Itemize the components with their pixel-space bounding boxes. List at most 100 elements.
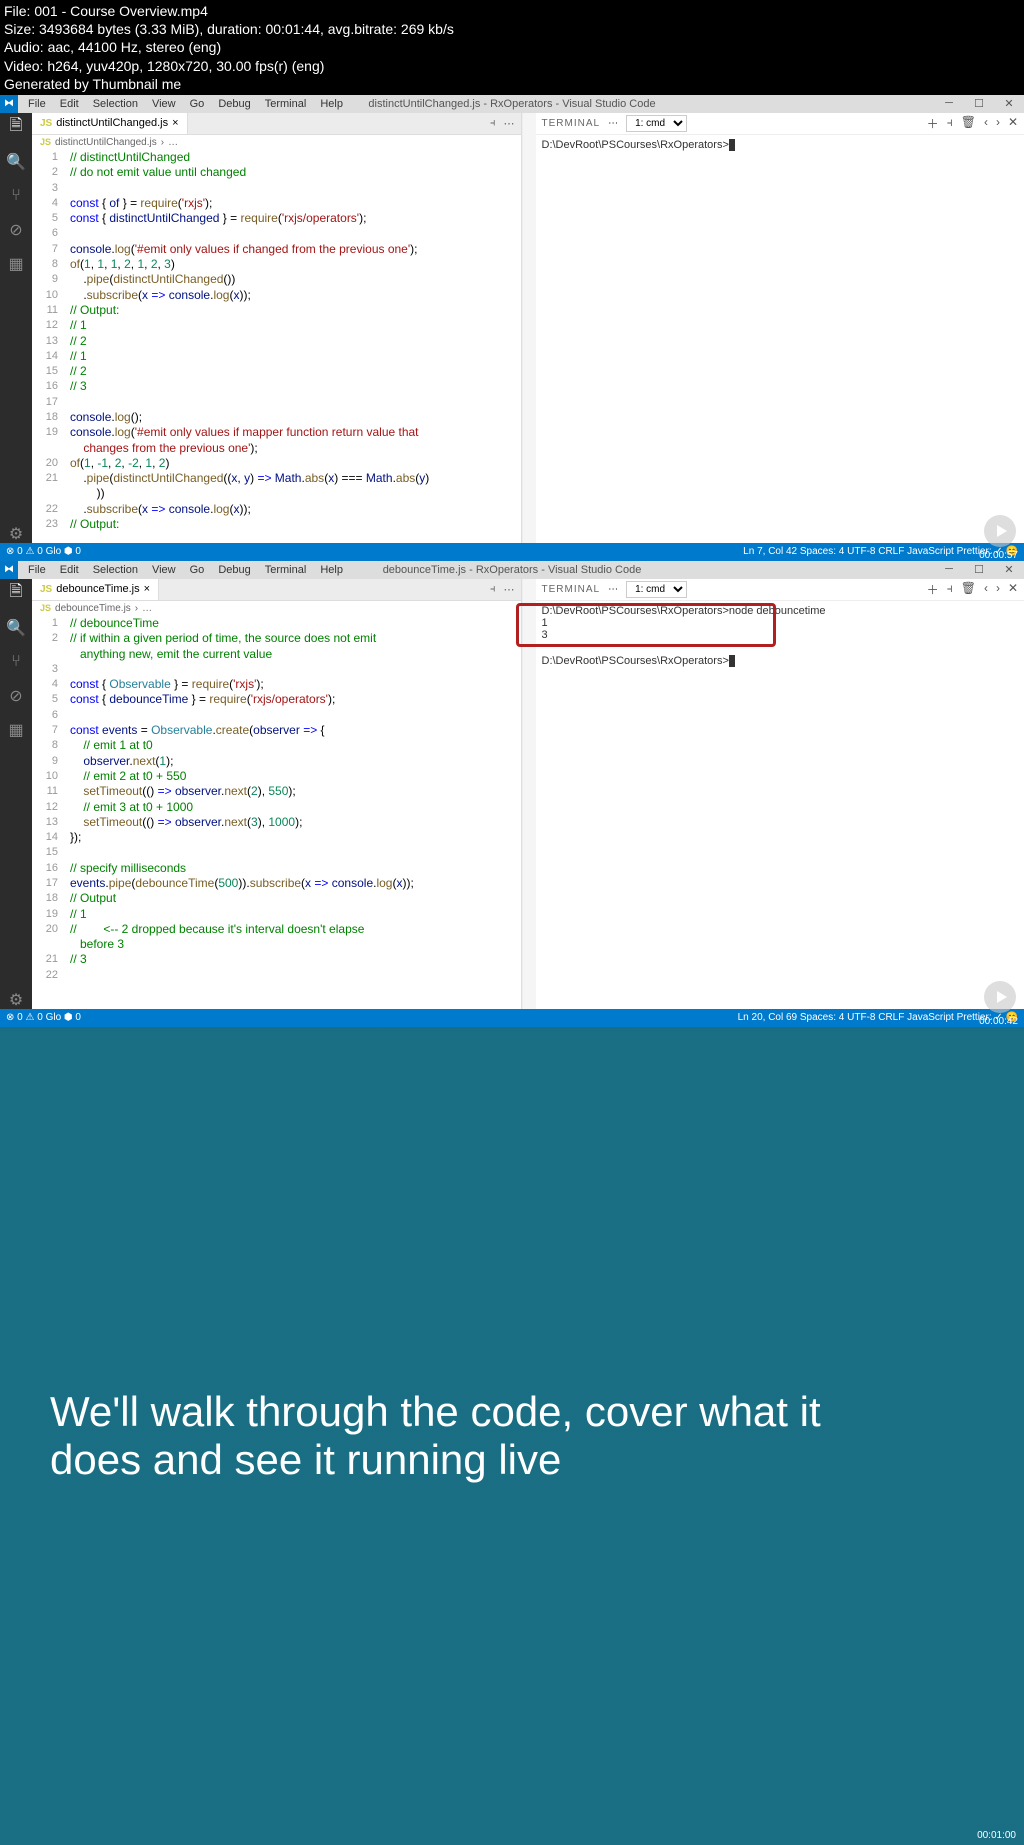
close-tab-icon[interactable]: × [144, 583, 150, 595]
line-number [32, 441, 70, 456]
git-icon[interactable]: ⑂ [7, 653, 25, 671]
close-panel-icon[interactable]: ✕ [1008, 115, 1018, 132]
terminal-tab-label[interactable]: TERMINAL [542, 118, 601, 129]
menu-view[interactable]: View [146, 562, 182, 578]
menu-file[interactable]: File [22, 96, 52, 112]
debug-icon[interactable]: ⊘ [7, 687, 25, 705]
close-button[interactable]: ✕ [994, 563, 1024, 576]
terminal-prompt: D:\DevRoot\PSCourses\RxOperators> [542, 655, 729, 667]
menu-edit[interactable]: Edit [54, 96, 85, 112]
gear-icon[interactable]: ⚙ [7, 525, 25, 543]
play-button-overlay[interactable] [984, 515, 1016, 547]
prev-terminal-icon[interactable]: ‹ [984, 581, 988, 598]
status-left[interactable]: ⊗ 0 ⚠ 0 Glo ⬢ 0 [6, 546, 81, 557]
line-number: 6 [32, 708, 70, 723]
terminal-body[interactable]: D:\DevRoot\PSCourses\RxOperators> [536, 135, 1024, 543]
terminal-more-icon[interactable]: ⋯ [608, 584, 618, 595]
close-tab-icon[interactable]: × [172, 117, 178, 129]
code-text [70, 845, 521, 860]
menu-edit[interactable]: Edit [54, 562, 85, 578]
new-terminal-icon[interactable]: ＋ [927, 581, 939, 598]
maximize-button[interactable]: ☐ [964, 97, 994, 110]
search-icon[interactable]: 🔍 [7, 153, 25, 171]
menu-view[interactable]: View [146, 96, 182, 112]
minimap[interactable] [522, 113, 536, 543]
code-editor[interactable]: 1// debounceTime2// if within a given pe… [32, 616, 521, 1009]
gear-icon[interactable]: ⚙ [7, 991, 25, 1009]
meta-video: Video: h264, yuv420p, 1280x720, 30.00 fp… [4, 57, 1020, 75]
vscode-window-1: ⧓ FileEditSelectionViewGoDebugTerminalHe… [0, 95, 1024, 561]
tab-debouncetime[interactable]: JS debounceTime.js × [32, 579, 159, 600]
extensions-icon[interactable]: ▦ [7, 255, 25, 273]
code-line: 12// 1 [32, 318, 521, 333]
breadcrumb[interactable]: JS debounceTime.js › … [32, 601, 521, 616]
line-number: 1 [32, 150, 70, 165]
code-editor[interactable]: 1// distinctUntilChanged2// do not emit … [32, 150, 521, 543]
code-text: const { Observable } = require('rxjs'); [70, 677, 521, 692]
terminal-select[interactable]: 1: cmd [626, 581, 687, 598]
menu-debug[interactable]: Debug [212, 96, 256, 112]
js-file-icon: JS [40, 584, 52, 595]
next-terminal-icon[interactable]: › [996, 115, 1000, 132]
line-number: 23 [32, 517, 70, 532]
split-editor-icon[interactable]: ⫞ [490, 583, 496, 596]
menu-terminal[interactable]: Terminal [259, 96, 313, 112]
debug-icon[interactable]: ⊘ [7, 221, 25, 239]
code-text: // specify milliseconds [70, 861, 521, 876]
chevron-right-icon: › [135, 603, 138, 614]
code-text: // 3 [70, 379, 521, 394]
menu-selection[interactable]: Selection [87, 96, 144, 112]
menu-terminal[interactable]: Terminal [259, 562, 313, 578]
status-right[interactable]: Ln 7, Col 42 Spaces: 4 UTF-8 CRLF JavaSc… [743, 546, 1018, 557]
line-number: 13 [32, 815, 70, 830]
line-number: 14 [32, 349, 70, 364]
more-actions-icon[interactable]: ⋯ [504, 117, 515, 130]
menu-help[interactable]: Help [314, 562, 349, 578]
next-terminal-icon[interactable]: › [996, 581, 1000, 598]
extensions-icon[interactable]: ▦ [7, 721, 25, 739]
code-text: // emit 3 at t0 + 1000 [70, 800, 521, 815]
explorer-icon[interactable]: 🗎 [7, 585, 25, 603]
git-icon[interactable]: ⑂ [7, 187, 25, 205]
explorer-icon[interactable]: 🗎 [7, 119, 25, 137]
menu-go[interactable]: Go [184, 96, 211, 112]
search-icon[interactable]: 🔍 [7, 619, 25, 637]
close-panel-icon[interactable]: ✕ [1008, 581, 1018, 598]
play-button-overlay[interactable] [984, 981, 1016, 1013]
code-line: 22 [32, 968, 521, 983]
menu-go[interactable]: Go [184, 562, 211, 578]
menu-help[interactable]: Help [314, 96, 349, 112]
minimize-button[interactable]: ─ [934, 97, 964, 110]
window-title: distinctUntilChanged.js - RxOperators - … [368, 98, 655, 110]
trash-terminal-icon[interactable]: 🗑 [961, 581, 976, 598]
menu-selection[interactable]: Selection [87, 562, 144, 578]
vscode-logo-icon: ⧓ [0, 561, 18, 579]
code-text [70, 708, 521, 723]
terminal-tab-label[interactable]: TERMINAL [542, 584, 601, 595]
code-text: // Output: [70, 303, 521, 318]
menu-file[interactable]: File [22, 562, 52, 578]
trash-terminal-icon[interactable]: 🗑 [961, 115, 976, 132]
terminal-body[interactable]: D:\DevRoot\PSCourses\RxOperators>node de… [536, 601, 1024, 1009]
menu-bar: FileEditSelectionViewGoDebugTerminalHelp [18, 96, 349, 112]
code-text: // emit 1 at t0 [70, 738, 521, 753]
tab-distinctuntilchanged[interactable]: JS distinctUntilChanged.js × [32, 113, 188, 134]
split-terminal-icon[interactable]: ⫞ [947, 581, 953, 598]
more-actions-icon[interactable]: ⋯ [504, 583, 515, 596]
menu-debug[interactable]: Debug [212, 562, 256, 578]
terminal-select[interactable]: 1: cmd [626, 115, 687, 132]
status-left[interactable]: ⊗ 0 ⚠ 0 Glo ⬢ 0 [6, 1012, 81, 1023]
terminal-pane: TERMINAL ⋯ 1: cmd ＋ ⫞ 🗑 ‹ › ✕ D:\DevRoot… [536, 113, 1024, 543]
new-terminal-icon[interactable]: ＋ [927, 115, 939, 132]
maximize-button[interactable]: ☐ [964, 563, 994, 576]
terminal-more-icon[interactable]: ⋯ [608, 118, 618, 129]
split-editor-icon[interactable]: ⫞ [490, 117, 496, 130]
line-number: 19 [32, 907, 70, 922]
breadcrumb[interactable]: JS distinctUntilChanged.js › … [32, 135, 521, 150]
status-right[interactable]: Ln 20, Col 69 Spaces: 4 UTF-8 CRLF JavaS… [738, 1012, 1018, 1023]
minimize-button[interactable]: ─ [934, 563, 964, 576]
prev-terminal-icon[interactable]: ‹ [984, 115, 988, 132]
split-terminal-icon[interactable]: ⫞ [947, 115, 953, 132]
code-line: changes from the previous one'); [32, 441, 521, 456]
close-button[interactable]: ✕ [994, 97, 1024, 110]
